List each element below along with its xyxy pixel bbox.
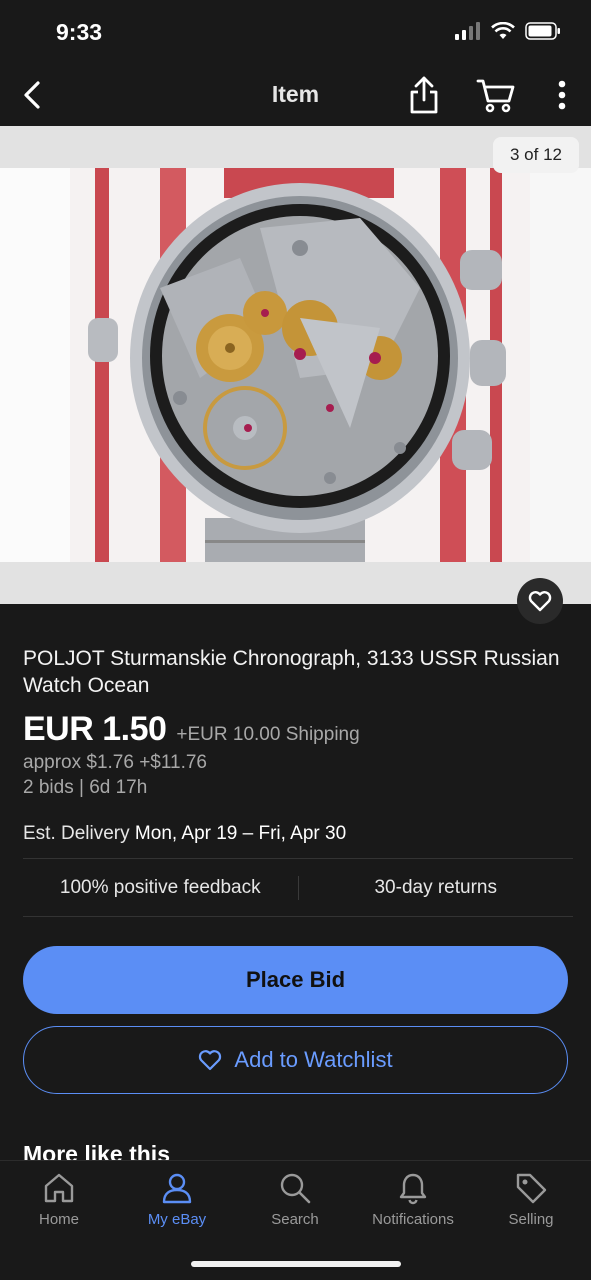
- price-row: EUR 1.50 +EUR 10.00 Shipping: [23, 710, 360, 749]
- watchlist-label: Add to Watchlist: [234, 1047, 393, 1072]
- signal-icon: [455, 22, 480, 40]
- share-button[interactable]: [406, 75, 442, 115]
- battery-icon: [525, 22, 560, 40]
- item-title: POLJOT Sturmanskie Chronograph, 3133 USS…: [23, 647, 560, 697]
- seller-features: 100% positive feedback 30-day returns: [23, 860, 573, 916]
- home-indicator: [191, 1261, 401, 1267]
- tab-notifications[interactable]: Notifications: [354, 1171, 472, 1228]
- image-counter: 3 of 12: [493, 137, 579, 173]
- add-to-watchlist-button[interactable]: Add to Watchlist: [23, 1026, 568, 1094]
- delivery-dates: Mon, Apr 19 – Fri, Apr 30: [134, 823, 347, 844]
- share-icon: [410, 76, 438, 114]
- feedback-feature: 100% positive feedback: [59, 877, 261, 898]
- bell-icon: [399, 1173, 427, 1205]
- person-icon: [162, 1173, 192, 1204]
- tab-search[interactable]: Search: [236, 1171, 354, 1228]
- tab-home[interactable]: Home: [0, 1171, 118, 1228]
- tab-my-ebay-label: My eBay: [147, 1211, 207, 1228]
- watch-heart-button[interactable]: [517, 578, 563, 624]
- tab-home-label: Home: [38, 1211, 79, 1228]
- nav-bar: Item: [0, 64, 591, 126]
- status-bar: 9:33: [0, 0, 591, 64]
- watch-movement-image: [0, 168, 591, 562]
- divider: [23, 858, 573, 859]
- status-icons: [455, 22, 561, 40]
- tab-selling-label: Selling: [508, 1211, 554, 1228]
- shipping-cost: +EUR 10.00 Shipping: [176, 724, 360, 745]
- tab-search-label: Search: [271, 1211, 319, 1228]
- bids-time-left: 2 bids | 6d 17h: [23, 777, 148, 798]
- approx-price: approx $1.76 +$11.76: [23, 752, 207, 773]
- place-bid-button[interactable]: Place Bid: [23, 946, 568, 1014]
- returns-feature: 30-day returns: [374, 877, 497, 898]
- heart-icon: [528, 591, 552, 612]
- delivery-label: Est. Delivery: [23, 823, 130, 844]
- tab-my-ebay[interactable]: My eBay: [118, 1171, 236, 1228]
- status-time: 9:33: [56, 19, 103, 45]
- item-price: EUR 1.50: [23, 710, 167, 748]
- wifi-icon: [491, 22, 515, 39]
- home-icon: [44, 1173, 74, 1203]
- tab-notifications-label: Notifications: [372, 1211, 454, 1228]
- divider: [23, 916, 573, 917]
- image-gallery[interactable]: 3 of 12: [0, 126, 591, 604]
- tab-selling[interactable]: Selling: [472, 1171, 590, 1228]
- estimated-delivery: Est. Delivery Mon, Apr 19 – Fri, Apr 30: [23, 823, 346, 845]
- more-options-button[interactable]: [552, 78, 572, 112]
- more-vertical-icon: [558, 80, 566, 110]
- cart-icon: [476, 79, 515, 113]
- item-photo[interactable]: [0, 168, 591, 562]
- heart-outline-icon: [199, 1050, 222, 1071]
- search-icon: [280, 1173, 311, 1204]
- tag-icon: [516, 1173, 547, 1204]
- more-like-this-heading: More like this: [23, 1141, 170, 1161]
- cart-button[interactable]: [476, 75, 516, 115]
